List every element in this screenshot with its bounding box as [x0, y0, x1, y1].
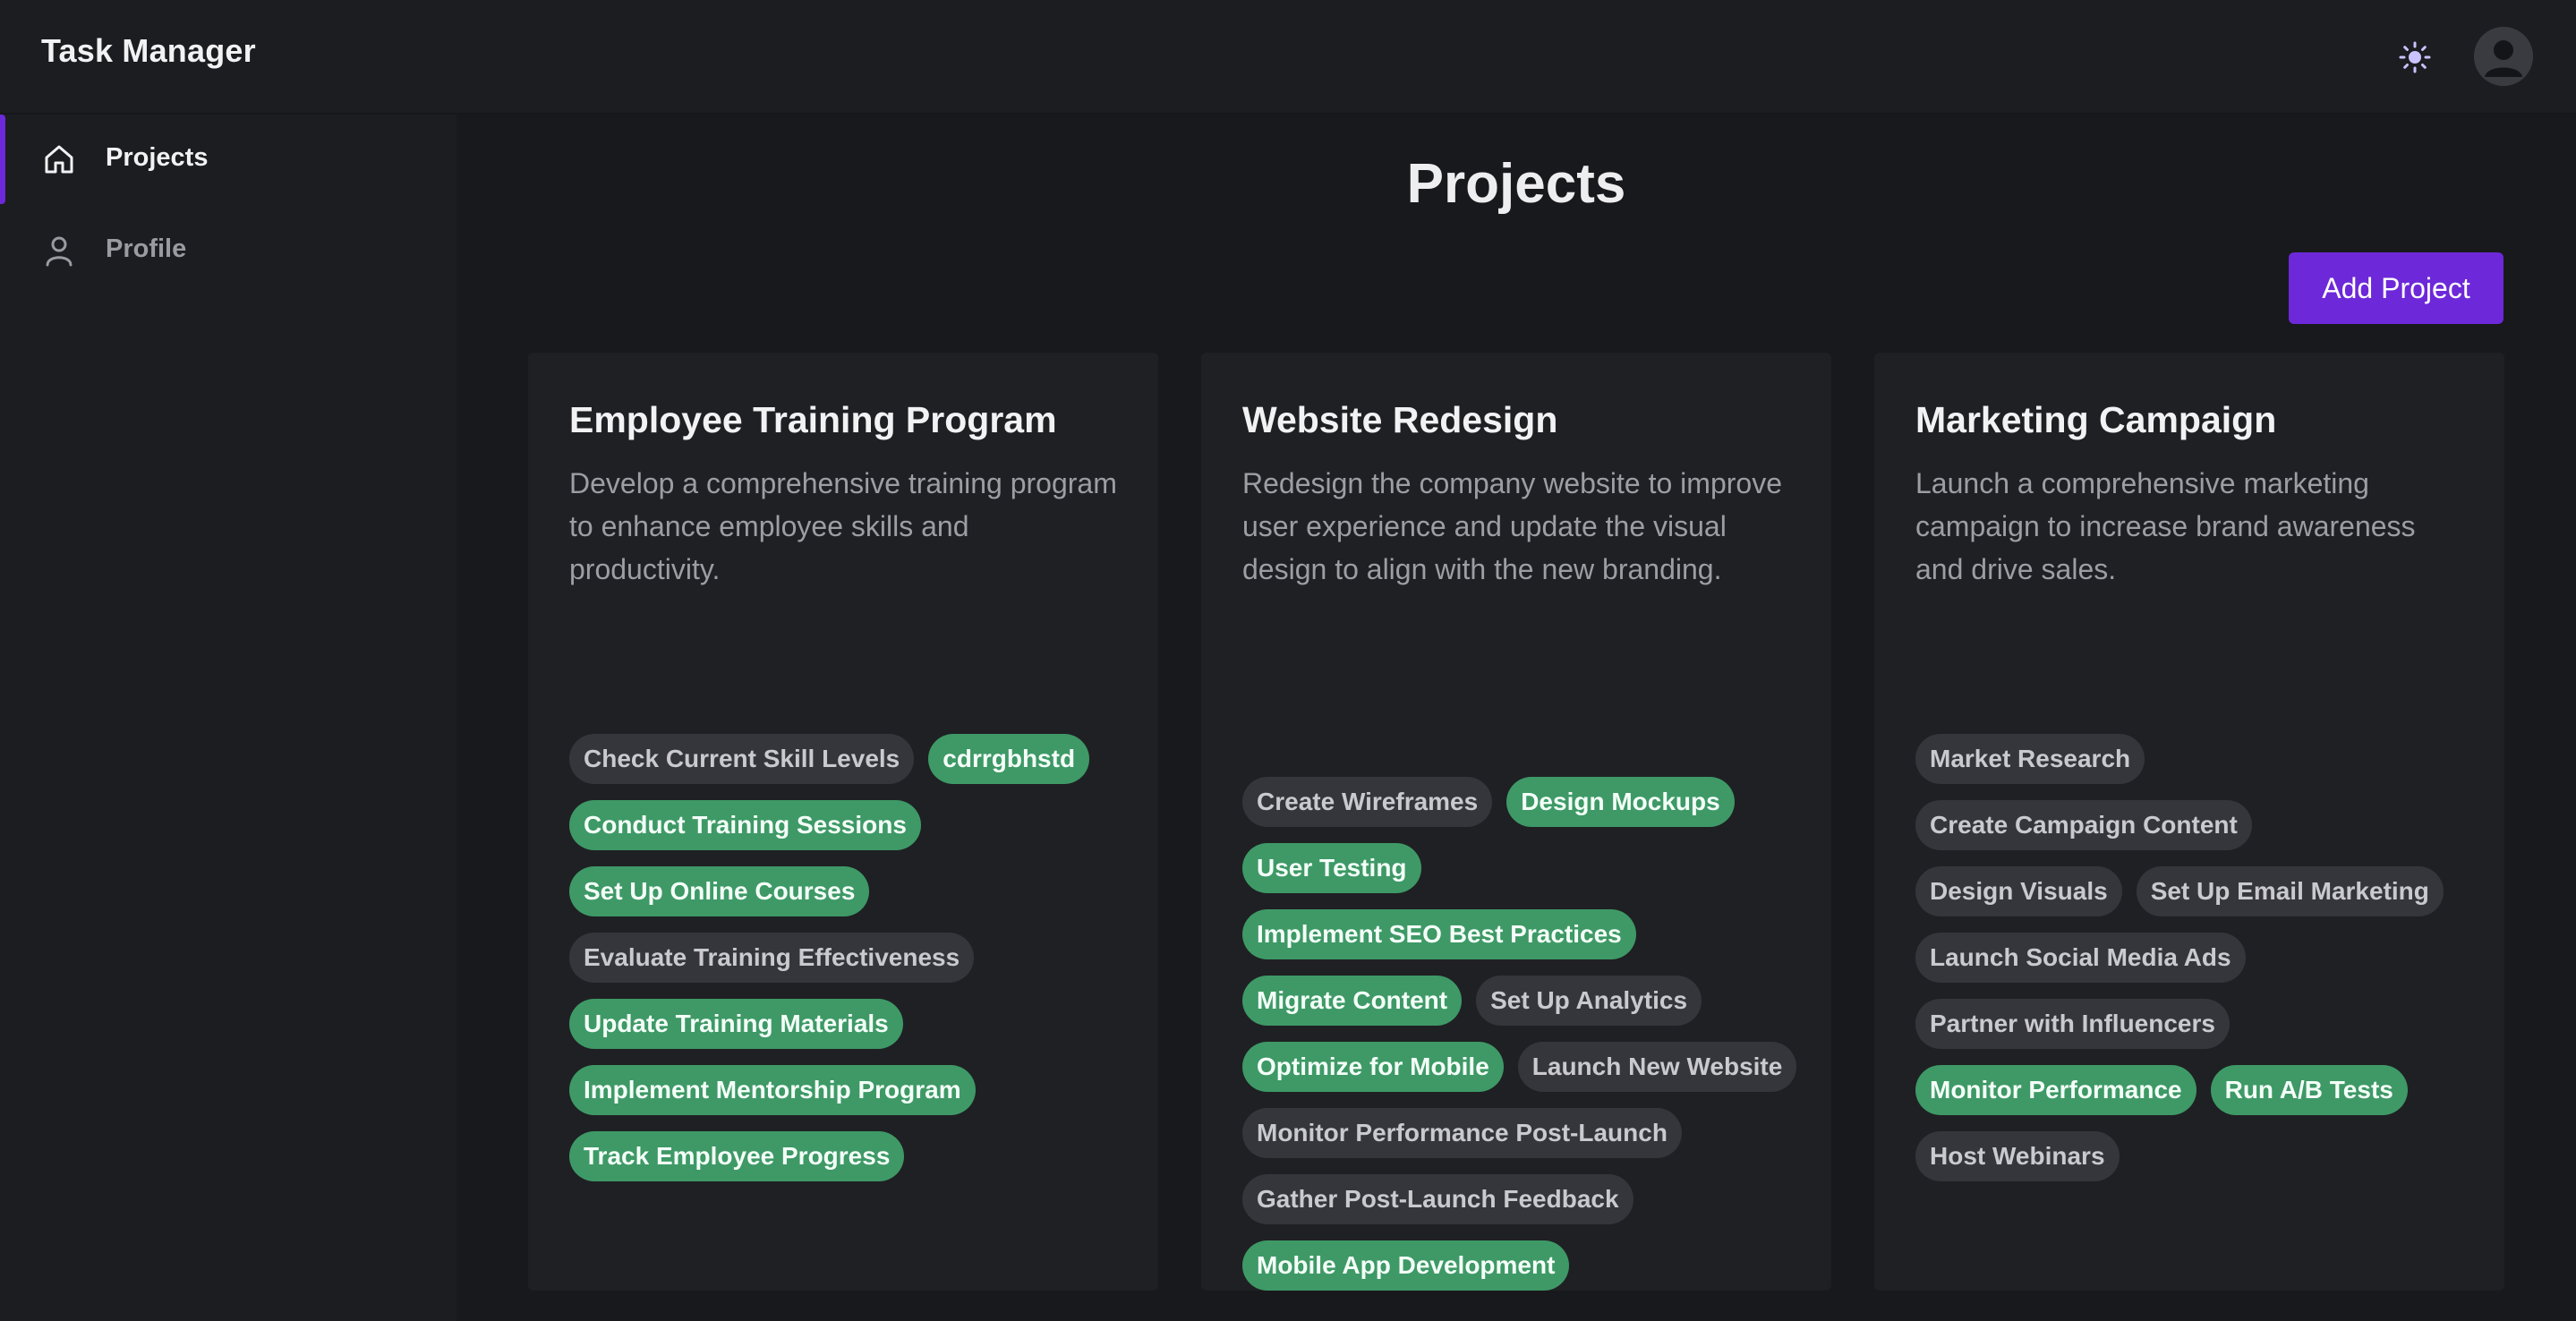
task-tag[interactable]: Run A/B Tests [2210, 1065, 2408, 1115]
task-tag[interactable]: Market Research [1915, 734, 2145, 784]
task-tag[interactable]: Gather Post-Launch Feedback [1242, 1174, 1633, 1224]
task-tag[interactable]: Monitor Performance [1915, 1065, 2196, 1115]
page-title: Projects [1406, 153, 1626, 215]
task-tag[interactable]: Update Training Materials [569, 999, 903, 1049]
task-tag[interactable]: Mobile App Development [1242, 1240, 1570, 1291]
project-description: Redesign the company website to improve … [1242, 467, 1782, 585]
task-tag[interactable]: User Testing [1242, 843, 1421, 893]
task-tag[interactable]: Check Current Skill Levels [569, 734, 915, 784]
project-title: Website Redesign [1242, 399, 1558, 440]
add-project-button[interactable]: Add Project [2289, 252, 2503, 324]
sidebar-item-profile[interactable]: Profile [0, 206, 456, 295]
top-bar: Task Manager [0, 0, 2576, 115]
project-description: Launch a comprehensive marketing campaig… [1915, 467, 2416, 585]
task-tag[interactable]: Set Up Email Marketing [2136, 866, 2444, 916]
task-tag[interactable]: Host Webinars [1915, 1131, 2120, 1181]
task-tag[interactable]: Launch Social Media Ads [1915, 933, 2246, 983]
task-tag[interactable]: Create Campaign Content [1915, 800, 2252, 850]
task-tag[interactable]: cdrrgbhstd [928, 734, 1090, 784]
task-tag[interactable]: Implement Mentorship Program [569, 1065, 976, 1115]
task-list: Market Research Create Campaign Content De… [1915, 734, 2470, 1181]
user-icon [46, 236, 73, 267]
task-tag[interactable]: Migrate Content [1242, 976, 1463, 1026]
sidebar-item-label: Projects [106, 143, 209, 172]
task-list: Create Wireframes Design Mockups User Test… [1242, 777, 1797, 1291]
app-root: Task Manager Projects Profile Projects A… [0, 0, 2576, 1321]
task-tag[interactable]: Design Mockups [1506, 777, 1735, 827]
user-avatar-icon[interactable] [2474, 27, 2533, 86]
task-tag[interactable]: Set Up Analytics [1476, 976, 1702, 1026]
app-title: Task Manager [41, 32, 256, 69]
sidebar-item-label: Profile [106, 234, 187, 263]
project-title: Employee Training Program [569, 399, 1057, 440]
task-tag[interactable]: Launch New Website [1517, 1042, 1797, 1092]
project-card: Marketing Campaign Launch a comprehensiv… [1874, 353, 2504, 1291]
task-list: Check Current Skill Levels cdrrgbhstd Cond… [569, 734, 1124, 1181]
task-tag[interactable]: Set Up Online Courses [569, 866, 870, 916]
project-title: Marketing Campaign [1915, 399, 2277, 440]
task-tag[interactable]: Track Employee Progress [569, 1131, 905, 1181]
task-tag[interactable]: Create Wireframes [1242, 777, 1493, 827]
task-tag[interactable]: Design Visuals [1915, 866, 2122, 916]
project-description: Develop a comprehensive training program… [569, 467, 1117, 585]
project-card: Website Redesign Redesign the company we… [1201, 353, 1831, 1291]
sidebar: Projects Profile [0, 115, 456, 1321]
task-tag[interactable]: Evaluate Training Effectiveness [569, 933, 975, 983]
home-icon [45, 145, 73, 174]
sun-icon[interactable] [2395, 38, 2435, 77]
main-content: Projects Add Project Employee Training P… [456, 115, 2576, 1321]
task-tag[interactable]: Optimize for Mobile [1242, 1042, 1504, 1092]
task-tag[interactable]: Conduct Training Sessions [569, 800, 921, 850]
task-tag[interactable]: Monitor Performance Post-Launch [1242, 1108, 1682, 1158]
project-card: Employee Training Program Develop a comp… [528, 353, 1158, 1291]
task-tag[interactable]: Implement SEO Best Practices [1242, 909, 1636, 959]
task-tag[interactable]: Partner with Influencers [1915, 999, 2230, 1049]
sidebar-item-projects[interactable]: Projects [0, 115, 456, 204]
